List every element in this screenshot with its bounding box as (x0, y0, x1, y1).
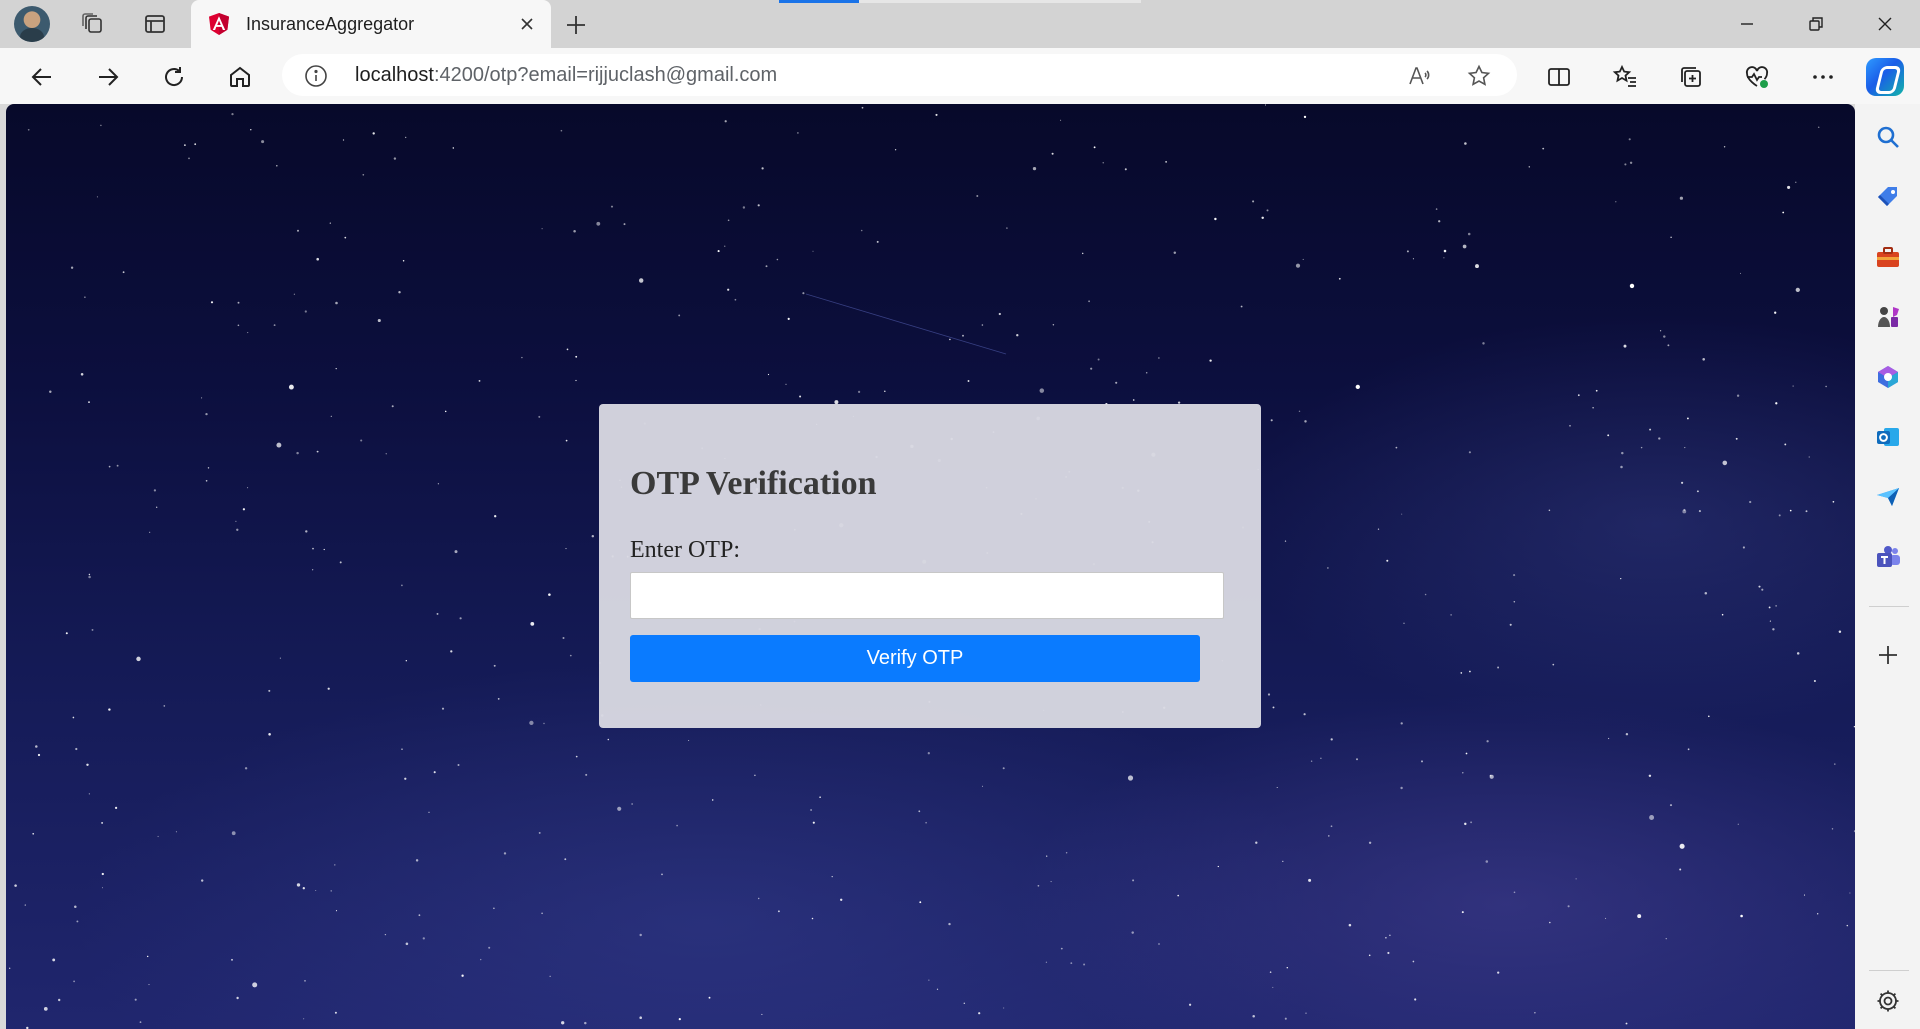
new-tab-button[interactable] (562, 11, 590, 39)
copilot-icon[interactable] (1866, 58, 1904, 96)
refresh-icon[interactable] (158, 61, 190, 93)
otp-card: OTP Verification Enter OTP: Verify OTP (599, 404, 1261, 728)
add-icon[interactable] (1873, 640, 1903, 670)
outlook-icon[interactable] (1873, 422, 1903, 452)
close-window-icon[interactable] (1871, 10, 1899, 38)
browser-toolbar: localhost:4200/otp?email=rijjuclash@gmai… (0, 48, 1920, 104)
url-text[interactable]: localhost:4200/otp?email=rijjuclash@gmai… (355, 64, 777, 87)
restore-icon[interactable] (1802, 10, 1830, 38)
teams-icon[interactable] (1873, 542, 1903, 572)
shopping-tag-icon[interactable] (1873, 182, 1903, 212)
url-path: :4200/otp?email=rijjuclash@gmail.com (433, 64, 778, 86)
forward-arrow-icon[interactable] (92, 61, 124, 93)
angular-icon (209, 13, 229, 35)
drop-icon[interactable] (1873, 482, 1903, 512)
m365-icon[interactable] (1873, 362, 1903, 392)
settings-icon[interactable] (1873, 986, 1903, 1016)
split-screen-icon[interactable] (1543, 61, 1575, 93)
verify-otp-button[interactable]: Verify OTP (630, 635, 1200, 682)
tab-close-icon[interactable] (516, 13, 538, 35)
collections-icon[interactable] (1675, 61, 1707, 93)
active-tab[interactable]: InsuranceAggregator (191, 0, 551, 48)
search-icon[interactable] (1873, 122, 1903, 152)
favorites-icon[interactable] (1609, 61, 1641, 93)
more-dots-icon[interactable] (1807, 61, 1839, 93)
tools-icon[interactable] (1873, 242, 1903, 272)
tab-title: InsuranceAggregator (246, 14, 415, 34)
star-icon[interactable] (1466, 63, 1492, 89)
page-load-progress (779, 0, 1141, 3)
otp-input[interactable] (630, 572, 1224, 619)
page-load-progress-fill (779, 0, 859, 3)
page-viewport: OTP Verification Enter OTP: Verify OTP (6, 104, 1855, 1029)
workspaces-icon[interactable] (80, 11, 106, 37)
edge-sidebar (1855, 104, 1920, 1029)
sidebar-divider (1869, 606, 1909, 607)
otp-label: Enter OTP: (630, 537, 740, 563)
minimize-icon[interactable] (1733, 10, 1761, 38)
games-icon[interactable] (1873, 302, 1903, 332)
vertical-tabs-icon[interactable] (142, 11, 168, 37)
title-bar: InsuranceAggregator (0, 0, 1920, 48)
sidebar-divider (1869, 970, 1909, 971)
heart-pulse-icon[interactable] (1741, 61, 1773, 93)
profile-avatar[interactable] (14, 6, 50, 42)
back-arrow-icon[interactable] (26, 61, 58, 93)
address-bar[interactable]: localhost:4200/otp?email=rijjuclash@gmai… (282, 54, 1517, 96)
url-host: localhost (355, 64, 434, 86)
read-aloud-icon[interactable] (1406, 63, 1432, 89)
info-icon[interactable] (304, 64, 328, 88)
page-title: OTP Verification (630, 465, 877, 502)
home-icon[interactable] (224, 61, 256, 93)
